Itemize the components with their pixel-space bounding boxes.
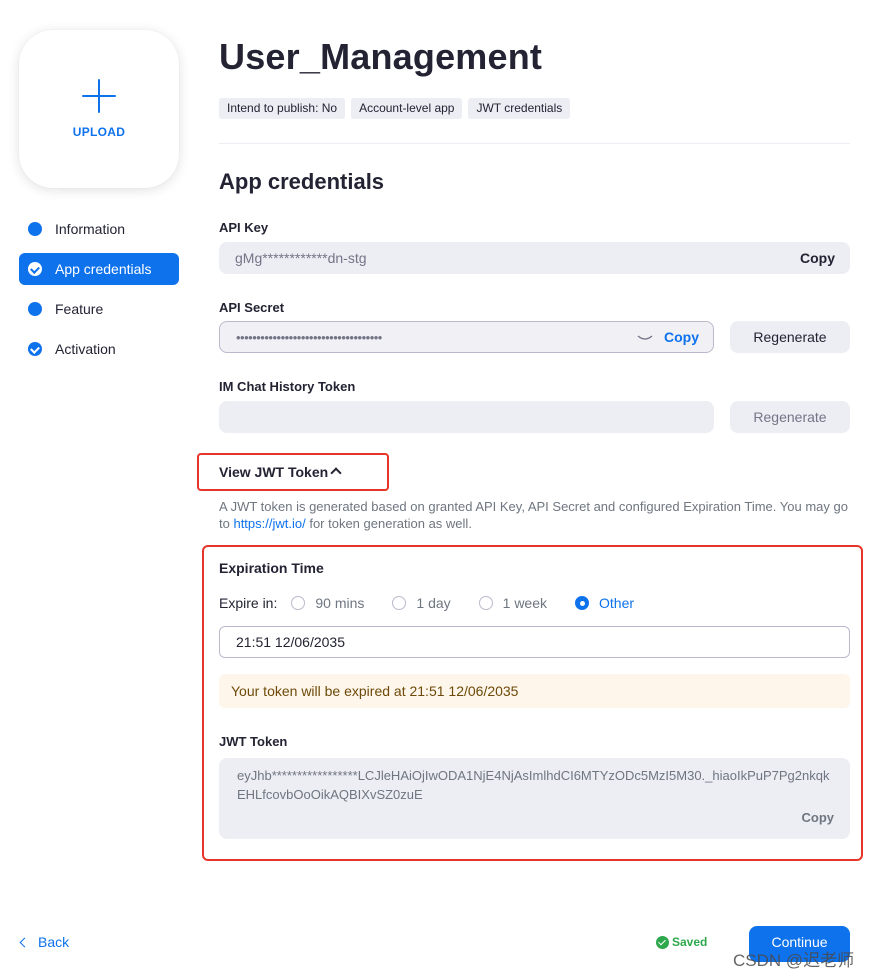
jwt-token-value: eyJhb*****************LCJleHAiOjIwODA1Nj… [237,768,830,802]
radio-90-mins[interactable]: 90 mins [291,595,364,611]
radio-icon [392,596,407,610]
view-jwt-token-toggle[interactable]: View JWT Token [197,453,389,491]
saved-label: Saved [672,935,708,949]
side-nav: Information App credentials Feature Acti… [19,213,179,373]
radio-icon [478,596,493,610]
app-tags: Intend to publish: No Account-level app … [219,98,576,119]
expiration-time-title: Expiration Time [219,560,324,576]
radio-label: 90 mins [315,595,365,611]
expire-in-options: Expire in: 90 mins 1 day 1 week Other [219,595,662,611]
radio-1-day[interactable]: 1 day [392,595,451,611]
check-circle-icon [28,342,42,356]
page-title: User_Management [219,36,543,77]
api-secret-label: API Secret [219,300,285,315]
radio-icon [291,596,306,610]
saved-status: Saved [656,935,707,949]
view-jwt-token-label[interactable]: View JWT Token [219,464,328,480]
watermark: CSDN @迟老师 [733,951,855,970]
nav-item-app-credentials[interactable]: App credentials [19,253,179,285]
divider [219,143,850,144]
api-secret-copy-button[interactable]: Copy [664,322,699,353]
dot-icon [28,222,42,236]
radio-label: Other [599,595,635,611]
api-secret-value: •••••••••••••••••••••••••••••••••••• [236,329,382,345]
nav-item-label: App credentials [55,261,152,277]
check-circle-icon [28,262,42,276]
upload-card[interactable]: UPLOAD [19,30,179,188]
tag: Intend to publish: No [219,98,346,119]
back-button[interactable]: Back [19,934,70,950]
api-key-copy-button[interactable]: Copy [800,242,835,274]
im-chat-label: IM Chat History Token [219,379,356,394]
nav-item-label: Information [55,221,126,237]
back-label: Back [38,934,70,950]
expiration-warning: Your token will be expired at 21:51 12/0… [219,674,850,708]
tag: Account-level app [351,98,463,119]
radio-checked-icon [575,596,589,610]
section-title: App credentials [219,169,385,194]
api-key-label: API Key [219,220,269,235]
expire-in-label: Expire in: [219,595,278,611]
radio-1-week[interactable]: 1 week [478,595,547,611]
jwt-description-text-end: for token generation as well. [305,516,472,531]
expiration-date-input[interactable]: 21:51 12/06/2035 [219,626,850,658]
eye-closed-icon[interactable] [637,333,653,343]
plus-icon [82,79,116,113]
api-secret-field: •••••••••••••••••••••••••••••••••••• Cop… [219,321,714,353]
radio-label: 1 week [502,595,547,611]
nav-item-label: Activation [55,341,116,357]
radio-label: 1 day [416,595,451,611]
api-key-value: gMg************dn-stg [235,250,367,266]
jwt-token-label: JWT Token [219,734,288,749]
im-chat-regenerate-button[interactable]: Regenerate [730,401,850,433]
chevron-up-icon [330,467,342,479]
api-secret-regenerate-button[interactable]: Regenerate [730,321,850,353]
chevron-left-icon [19,937,30,947]
im-chat-field [219,401,714,433]
nav-item-activation[interactable]: Activation [19,333,179,365]
upload-label: UPLOAD [72,125,126,139]
tag: JWT credentials [468,98,571,119]
api-key-field: gMg************dn-stg Copy [219,242,850,274]
radio-other[interactable]: Other [575,595,634,611]
dot-icon [28,302,42,316]
jwt-description: A JWT token is generated based on grante… [219,498,859,532]
jwt-token-copy-button[interactable]: Copy [802,808,835,827]
nav-item-information[interactable]: Information [19,213,179,245]
check-circle-icon [656,935,669,949]
jwt-token-field: eyJhb*****************LCJleHAiOjIwODA1Nj… [219,758,850,839]
jwt-io-link[interactable]: https://jwt.io/ [233,516,305,531]
nav-item-feature[interactable]: Feature [19,293,179,325]
nav-item-label: Feature [55,301,104,317]
